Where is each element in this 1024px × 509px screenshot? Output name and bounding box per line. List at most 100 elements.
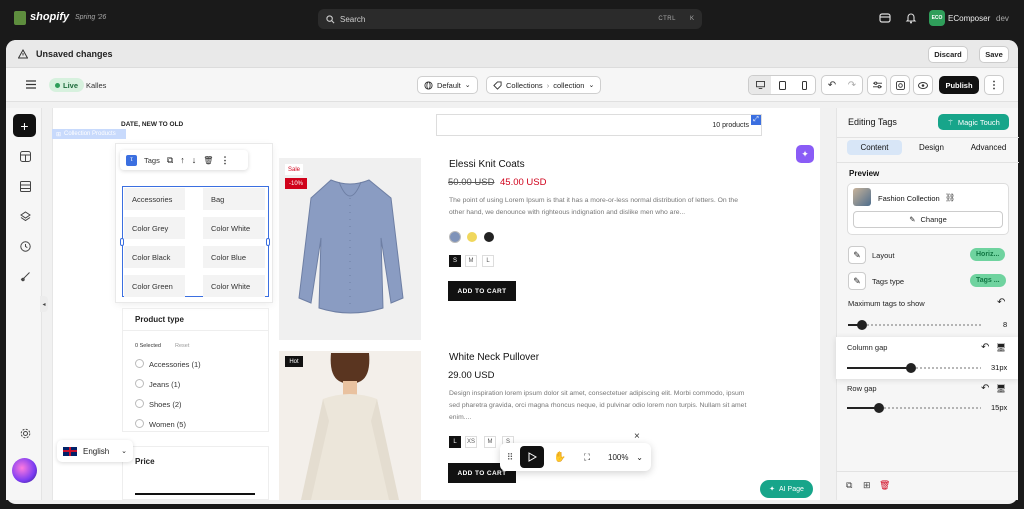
chevron-down-icon[interactable]: ⌄ — [636, 453, 643, 462]
color-swatch-black[interactable] — [483, 231, 495, 243]
filter-option[interactable]: Jeans (1) — [149, 380, 180, 389]
preview-eye-icon[interactable] — [913, 75, 933, 95]
template-select[interactable]: Default ⌄ — [417, 76, 478, 94]
save-button[interactable]: Save — [979, 46, 1009, 63]
ai-sparkle-icon[interactable]: ✦ — [796, 145, 814, 163]
mobile-icon[interactable] — [793, 76, 815, 94]
tag-item[interactable]: Color Blue — [203, 246, 265, 268]
tag-item[interactable]: Color Green — [124, 275, 185, 297]
filter-option[interactable]: Women (5) — [149, 420, 186, 429]
size-option-selected[interactable]: L — [449, 436, 461, 448]
more-vertical-icon[interactable]: ⋮ — [220, 155, 229, 166]
tag-item[interactable]: Color Black — [124, 246, 185, 268]
filter-radio[interactable] — [135, 399, 144, 408]
fit-screen-icon[interactable]: ⛶ — [576, 446, 598, 468]
section-tag[interactable]: ⊞ Collection Products — [52, 129, 126, 139]
tag-item[interactable]: Accessories — [124, 188, 185, 210]
filter-radio[interactable] — [135, 359, 144, 368]
ai-assistant-orb-icon[interactable] — [12, 458, 37, 483]
ai-page-button[interactable]: ✦ AI Page — [760, 480, 813, 498]
size-option[interactable]: L — [482, 255, 494, 267]
layout-grid-icon[interactable]: ⊞ — [863, 480, 871, 491]
search-bar[interactable]: Search CTRL K — [318, 9, 702, 29]
max-tags-slider-knob[interactable] — [857, 320, 867, 330]
settings-sliders-icon[interactable] — [867, 75, 887, 95]
size-option[interactable]: M — [465, 255, 477, 267]
tag-item[interactable]: Color White — [203, 275, 265, 297]
duplicate-icon[interactable]: ⧉ — [167, 155, 173, 166]
menu-icon[interactable] — [26, 80, 36, 89]
sections-icon[interactable] — [18, 149, 32, 163]
filter-option[interactable]: Shoes (2) — [149, 400, 182, 409]
sort-label[interactable]: DATE, NEW TO OLD — [121, 121, 183, 128]
redo-icon[interactable]: ↷ — [842, 76, 862, 94]
more-vertical-icon[interactable]: ⋮ — [984, 75, 1004, 95]
select-pointer-icon[interactable] — [520, 446, 544, 468]
size-option[interactable]: M — [484, 436, 496, 448]
language-switcher[interactable]: English ⌄ — [57, 440, 133, 462]
size-option[interactable]: XS — [465, 436, 477, 448]
size-option-selected[interactable]: S — [449, 255, 461, 267]
arrow-down-icon[interactable]: ↓ — [192, 155, 197, 165]
desktop-icon[interactable]: 🖥 — [996, 384, 1006, 393]
layout-icon[interactable] — [18, 179, 32, 193]
desktop-icon[interactable] — [749, 76, 771, 94]
trash-icon[interactable]: 🗑 — [203, 156, 213, 165]
filter-reset-link[interactable]: Reset — [175, 343, 189, 349]
drag-handle-icon[interactable]: ⠿ — [504, 452, 516, 463]
resize-handle-left-icon[interactable] — [120, 238, 124, 246]
color-swatch-blue[interactable] — [449, 231, 461, 243]
product-title[interactable]: Elessi Knit Coats — [449, 159, 525, 170]
reset-icon[interactable]: ↶ — [981, 383, 989, 394]
color-swatch-yellow[interactable] — [466, 231, 478, 243]
reset-icon[interactable]: ↶ — [981, 342, 989, 353]
trash-icon[interactable]: 🗑 — [879, 480, 890, 491]
pencil-icon[interactable]: ✎ — [848, 272, 866, 290]
tablet-icon[interactable] — [771, 76, 793, 94]
tags-type-value-badge[interactable]: Tags ... — [970, 274, 1006, 287]
discard-button[interactable]: Discard — [928, 46, 968, 63]
reset-icon[interactable]: ↶ — [997, 297, 1005, 308]
filter-title[interactable]: Product type — [135, 315, 184, 324]
desktop-icon[interactable]: 🖥 — [996, 343, 1006, 352]
inspect-icon[interactable] — [890, 75, 910, 95]
page-select[interactable]: Collections › collection ⌄ — [486, 76, 602, 94]
layout-value-badge[interactable]: Horiz... — [970, 248, 1006, 261]
add-to-cart-button[interactable]: ADD TO CART — [448, 281, 516, 301]
link-icon[interactable]: ⛓ — [945, 193, 955, 202]
close-icon[interactable]: × — [634, 431, 640, 442]
link-icon[interactable]: ⤢ — [751, 115, 761, 125]
tag-item[interactable]: Bag — [203, 188, 265, 210]
undo-icon[interactable]: ↶ — [822, 76, 842, 94]
copy-icon[interactable]: ⧉ — [846, 480, 852, 491]
magic-touch-button[interactable]: ⚚ Magic Touch — [938, 114, 1009, 130]
row-gap-slider-track[interactable] — [879, 407, 981, 409]
layers-icon[interactable] — [18, 209, 32, 223]
store-icon[interactable] — [879, 12, 891, 24]
resize-handle-right-icon[interactable] — [266, 238, 270, 246]
shopify-logo-icon[interactable] — [14, 11, 26, 25]
bell-icon[interactable] — [905, 12, 917, 24]
history-clock-icon[interactable] — [18, 239, 32, 253]
add-element-button[interactable]: + — [13, 114, 36, 137]
filter-option[interactable]: Accessories (1) — [149, 360, 201, 369]
filter-radio[interactable] — [135, 379, 144, 388]
max-tags-slider-track[interactable] — [862, 324, 982, 326]
hand-tool-icon[interactable]: ✋ — [548, 446, 572, 468]
column-gap-slider-track[interactable] — [911, 367, 981, 369]
row-gap-slider-knob[interactable] — [874, 403, 884, 413]
collapse-rail-icon[interactable]: ◂ — [40, 296, 48, 312]
tab-advanced[interactable]: Advanced — [961, 140, 1016, 155]
tab-content[interactable]: Content — [847, 140, 902, 155]
filter-radio[interactable] — [135, 419, 144, 428]
price-filter-title[interactable]: Price — [135, 457, 155, 466]
tab-design[interactable]: Design — [904, 140, 959, 155]
change-button[interactable]: ✎ Change — [853, 211, 1003, 228]
tag-item[interactable]: Color White — [203, 217, 265, 239]
product-title[interactable]: White Neck Pullover — [449, 352, 539, 363]
tag-item[interactable]: Color Grey — [124, 217, 185, 239]
store-name[interactable]: EComposer — [948, 14, 990, 23]
price-range-slider[interactable] — [135, 493, 255, 495]
publish-button[interactable]: Publish — [939, 76, 979, 94]
product-image[interactable] — [279, 351, 421, 500]
